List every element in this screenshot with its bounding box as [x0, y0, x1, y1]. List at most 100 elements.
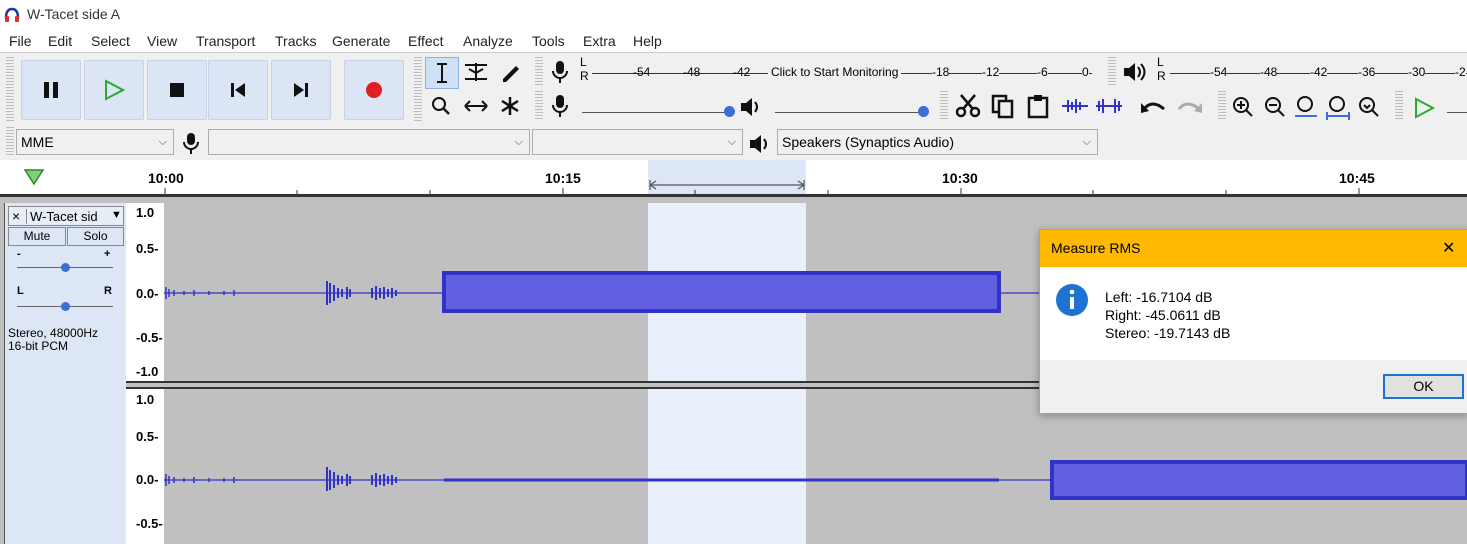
pan-slider-thumb[interactable] — [61, 302, 70, 311]
envelope-tool-button[interactable] — [460, 57, 492, 87]
measure-rms-dialog: Measure RMS ✕ Left: -16.7104 dB Right: -… — [1039, 229, 1467, 414]
skip-to-end-button[interactable] — [271, 60, 331, 120]
record-icon — [366, 82, 382, 98]
start-monitoring-prompt[interactable]: Click to Start Monitoring — [768, 65, 902, 79]
scale-label: 0.5- — [136, 429, 159, 444]
menu-tools[interactable]: Tools — [532, 33, 565, 49]
record-button[interactable] — [344, 60, 404, 120]
window-title: W-Tacet side A — [27, 6, 121, 22]
solo-button[interactable]: Solo — [67, 227, 124, 246]
trim-audio-icon[interactable] — [1060, 97, 1090, 115]
menu-help[interactable]: Help — [633, 33, 662, 49]
left-channel-loud-segment — [442, 271, 1001, 313]
audacity-logo-icon — [4, 7, 20, 22]
gain-plus-label: + — [104, 248, 111, 260]
play-at-speed-grip[interactable] — [1395, 91, 1403, 121]
menu-effect[interactable]: Effect — [408, 33, 444, 49]
gain-slider-thumb[interactable] — [61, 263, 70, 272]
record-meter-grip[interactable] — [535, 57, 543, 87]
scale-label: -1.0 — [136, 364, 159, 379]
menu-select[interactable]: Select — [91, 33, 130, 49]
track-menu-chevron-icon[interactable]: ▼ — [111, 209, 122, 221]
track-name-bar[interactable]: × W-Tacet sid ▼ — [8, 206, 124, 226]
scale-label: -0.5- — [136, 330, 163, 345]
scale-label: 1.0 — [136, 392, 155, 407]
speaker-icon — [1124, 63, 1146, 81]
chevron-down-icon: ⌵ — [1082, 136, 1091, 148]
menu-view[interactable]: View — [147, 33, 177, 49]
stop-button[interactable] — [147, 60, 207, 120]
microphone-icon — [552, 61, 568, 83]
selection-tool-button[interactable] — [425, 57, 459, 89]
playback-meter-r-label: R — [1157, 69, 1166, 83]
time-shift-tool-button[interactable] — [460, 91, 492, 121]
play-icon — [105, 79, 125, 101]
playback-meter-tick: -36 — [1358, 65, 1376, 79]
menu-analyze[interactable]: Analyze — [463, 33, 513, 49]
ok-button[interactable]: OK — [1383, 374, 1464, 399]
scale-label: 0.0- — [136, 286, 159, 301]
draw-tool-button[interactable] — [494, 57, 526, 87]
scissors-icon[interactable] — [955, 93, 983, 119]
zoom-in-icon[interactable] — [1231, 95, 1255, 119]
recording-volume-thumb[interactable] — [724, 106, 735, 117]
playback-meter-grip[interactable] — [1108, 57, 1116, 87]
record-meter-tick: -6 — [1037, 65, 1048, 79]
track-name[interactable]: W-Tacet sid — [26, 209, 98, 224]
menu-edit[interactable]: Edit — [48, 33, 72, 49]
transport-toolbar-grip[interactable] — [6, 57, 14, 123]
recording-channels-select[interactable]: ⌵ — [532, 129, 743, 155]
zoom-out-icon[interactable] — [1263, 95, 1287, 119]
mixer-toolbar-grip[interactable] — [535, 91, 543, 121]
undo-icon[interactable] — [1140, 97, 1168, 117]
record-meter-r-label: R — [580, 69, 589, 83]
menu-generate[interactable]: Generate — [332, 33, 390, 49]
dialog-close-icon[interactable]: ✕ — [1442, 238, 1455, 258]
pin-play-head-icon[interactable] — [23, 167, 45, 187]
view-toolbar-grip[interactable] — [1218, 91, 1226, 121]
playback-meter-tick: -48 — [1260, 65, 1278, 79]
dialog-title-bar[interactable]: Measure RMS ✕ — [1040, 230, 1467, 267]
edit-toolbar-grip[interactable] — [940, 91, 948, 121]
pause-button[interactable] — [21, 60, 81, 120]
recording-volume-slider[interactable] — [582, 112, 727, 113]
menu-file[interactable]: File — [9, 33, 32, 49]
record-meter-tick: -18 — [932, 65, 950, 79]
track-close-icon[interactable]: × — [12, 208, 20, 224]
skip-to-start-button[interactable] — [208, 60, 268, 120]
fit-project-icon[interactable] — [1325, 95, 1351, 121]
zoom-toggle-icon[interactable] — [1357, 95, 1383, 121]
fit-selection-icon[interactable] — [1293, 95, 1319, 121]
paste-icon[interactable] — [1025, 93, 1051, 119]
playback-volume-slider[interactable] — [775, 112, 920, 113]
playback-volume-thumb[interactable] — [918, 106, 929, 117]
silence-audio-icon[interactable] — [1094, 97, 1124, 115]
audio-host-select[interactable]: MME ⌵ — [16, 129, 174, 155]
menu-transport[interactable]: Transport — [196, 33, 255, 49]
recording-device-select[interactable]: ⌵ — [208, 129, 530, 155]
pan-left-label: L — [17, 285, 24, 297]
menu-tracks[interactable]: Tracks — [275, 33, 316, 49]
mute-button[interactable]: Mute — [8, 227, 66, 246]
timeline-label: 10:00 — [148, 170, 184, 186]
multi-tool-button[interactable] — [494, 91, 526, 121]
zoom-tool-button[interactable] — [425, 91, 457, 121]
right-channel-burst — [371, 473, 397, 487]
device-toolbar-grip[interactable] — [6, 127, 14, 157]
copy-icon[interactable] — [990, 93, 1016, 119]
redo-icon[interactable] — [1175, 97, 1203, 117]
play-at-speed-icon[interactable] — [1412, 96, 1436, 120]
play-at-speed-slider[interactable] — [1447, 112, 1467, 113]
scale-label: 1.0 — [136, 205, 155, 220]
track-format-info: Stereo, 48000Hz — [8, 326, 99, 340]
timeline-ruler[interactable]: 10:00 10:15 10:30 10:45 — [0, 160, 1467, 197]
dialog-title: Measure RMS — [1051, 240, 1141, 256]
magnifier-icon — [432, 97, 450, 115]
chevron-down-icon: ⌵ — [727, 136, 736, 148]
tools-toolbar-grip[interactable] — [414, 57, 422, 123]
dialog-body: Left: -16.7104 dB Right: -45.0611 dB Ste… — [1040, 267, 1467, 360]
scale-label: 0.5- — [136, 241, 159, 256]
play-button[interactable] — [84, 60, 144, 120]
playback-device-select[interactable]: Speakers (Synaptics Audio) ⌵ — [777, 129, 1098, 155]
menu-extra[interactable]: Extra — [583, 33, 616, 49]
